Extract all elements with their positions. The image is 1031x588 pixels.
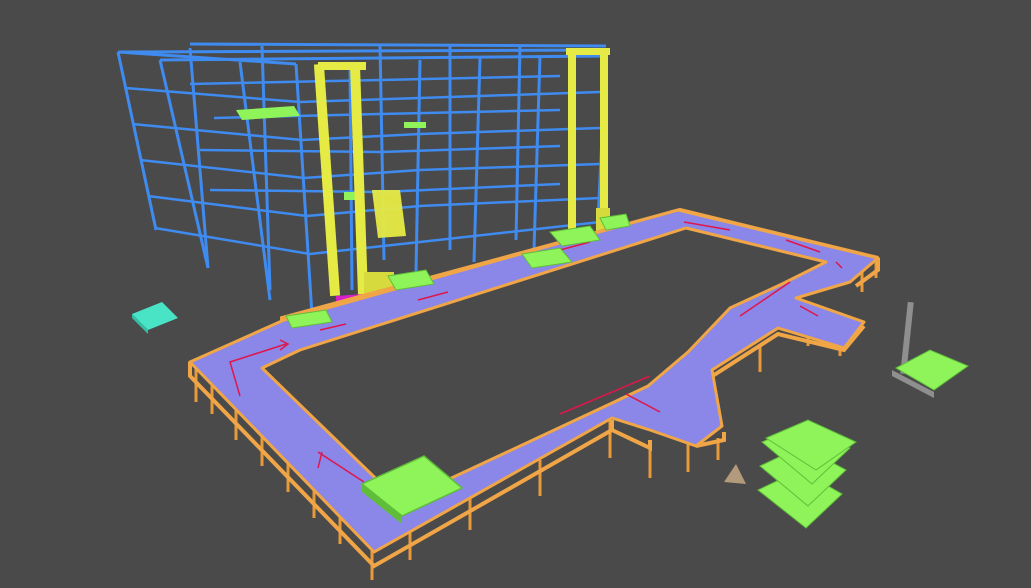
stacker-crane[interactable] (566, 48, 610, 232)
robot-arm[interactable] (892, 301, 970, 398)
crane-top-beam (318, 62, 366, 70)
crane-mast (313, 63, 341, 297)
crane-mast (600, 50, 608, 228)
cone-marker-shape (724, 464, 746, 484)
crane-mast (568, 50, 576, 230)
pallet-stack[interactable] (757, 419, 858, 529)
rack-pallet (404, 122, 426, 128)
crane-top-beam (566, 48, 610, 55)
cone-marker[interactable] (724, 464, 746, 484)
cyan-pallet-top (132, 302, 178, 330)
cyan-pallet[interactable] (132, 302, 178, 334)
3d-viewport[interactable] (0, 0, 1031, 588)
crane-shuttle (372, 190, 406, 238)
